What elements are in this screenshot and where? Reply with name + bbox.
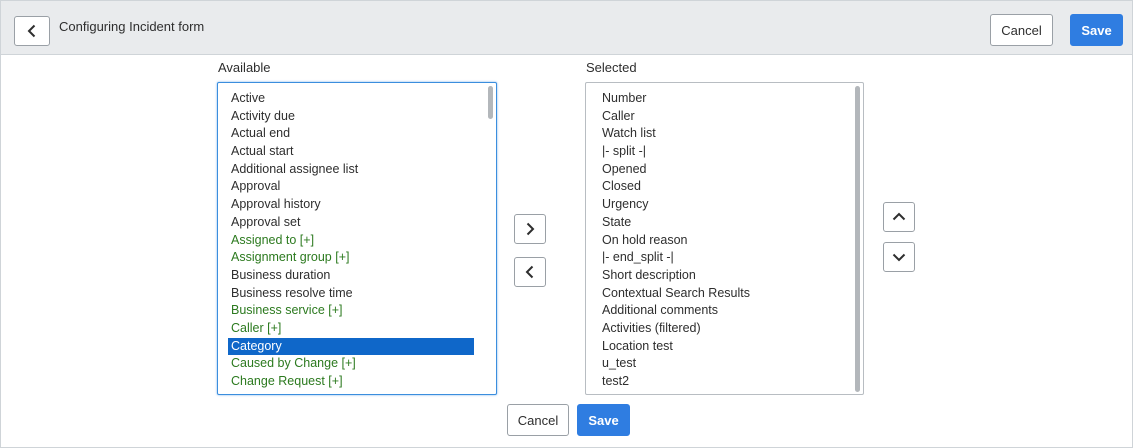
chevron-right-icon (526, 222, 535, 236)
selected-listbox[interactable]: Number Caller Watch list |- split -| Opened C… (585, 82, 864, 395)
available-label: Available (218, 60, 271, 75)
footer-save-button[interactable]: Save (577, 404, 630, 436)
chevron-up-icon (892, 212, 906, 221)
selected-list-item[interactable]: Caller (599, 108, 845, 126)
add-to-selected-button[interactable] (514, 214, 546, 244)
selected-list-item[interactable]: On hold reason (599, 232, 845, 250)
page-title: Configuring Incident form (59, 19, 205, 34)
available-scrollbar[interactable] (488, 86, 493, 119)
selected-label: Selected (586, 60, 637, 75)
header-save-button[interactable]: Save (1070, 14, 1123, 46)
selected-list-item[interactable]: test2 (599, 373, 845, 391)
available-list-item[interactable]: Approval (228, 178, 474, 196)
header-bar: Configuring Incident form Cancel Save (1, 1, 1132, 55)
available-list-item[interactable]: Activity due (228, 108, 474, 126)
selected-list-item[interactable]: Short description (599, 267, 845, 285)
available-list-item[interactable]: Approval history (228, 196, 474, 214)
header-cancel-button[interactable]: Cancel (990, 14, 1053, 46)
available-list-item[interactable]: Active (228, 90, 474, 108)
available-list-item[interactable]: Business resolve time (228, 285, 474, 303)
selected-list-item[interactable]: Additional comments (599, 302, 845, 320)
selected-list-item[interactable]: Contextual Search Results (599, 285, 845, 303)
available-list-item[interactable]: Assigned to [+] (228, 232, 474, 250)
available-list-item[interactable]: Caused by Change [+] (228, 355, 474, 373)
form-frame (0, 0, 1133, 448)
chevron-left-icon (525, 265, 534, 279)
selected-list-item[interactable]: u_test (599, 355, 845, 373)
selected-scrollbar[interactable] (855, 86, 860, 392)
selected-list-item[interactable]: Location test (599, 338, 845, 356)
available-list-item[interactable]: Change Request [+] (228, 373, 474, 391)
selected-list-item[interactable]: |- split -| (599, 143, 845, 161)
available-list-item[interactable]: Category (228, 337, 474, 356)
available-list-item[interactable]: Assignment group [+] (228, 249, 474, 267)
chevron-left-icon (27, 24, 36, 38)
selected-list: Number Caller Watch list |- split -| Opened C… (599, 90, 845, 391)
footer-cancel-button[interactable]: Cancel (507, 404, 569, 436)
move-down-button[interactable] (883, 242, 915, 272)
available-list-item[interactable]: Business duration (228, 267, 474, 285)
available-list-item[interactable]: Business service [+] (228, 302, 474, 320)
selected-list-item[interactable]: Closed (599, 178, 845, 196)
available-list-item[interactable]: Caller [+] (228, 320, 474, 338)
move-up-button[interactable] (883, 202, 915, 232)
available-list: Active Activity due Actual end Actual start… (228, 90, 474, 391)
available-list-item[interactable]: Actual end (228, 125, 474, 143)
chevron-down-icon (892, 253, 906, 262)
available-list-item[interactable]: Actual start (228, 143, 474, 161)
back-button[interactable] (14, 16, 50, 46)
remove-from-selected-button[interactable] (514, 257, 546, 287)
selected-list-item[interactable]: State (599, 214, 845, 232)
available-listbox[interactable]: Active Activity due Actual end Actual start… (217, 82, 497, 395)
selected-list-item[interactable]: Activities (filtered) (599, 320, 845, 338)
selected-list-item[interactable]: Watch list (599, 125, 845, 143)
selected-list-item[interactable]: Number (599, 90, 845, 108)
available-list-item[interactable]: Additional assignee list (228, 161, 474, 179)
available-list-item[interactable]: Approval set (228, 214, 474, 232)
selected-list-item[interactable]: Urgency (599, 196, 845, 214)
selected-list-item[interactable]: |- end_split -| (599, 249, 845, 267)
selected-list-item[interactable]: Opened (599, 161, 845, 179)
